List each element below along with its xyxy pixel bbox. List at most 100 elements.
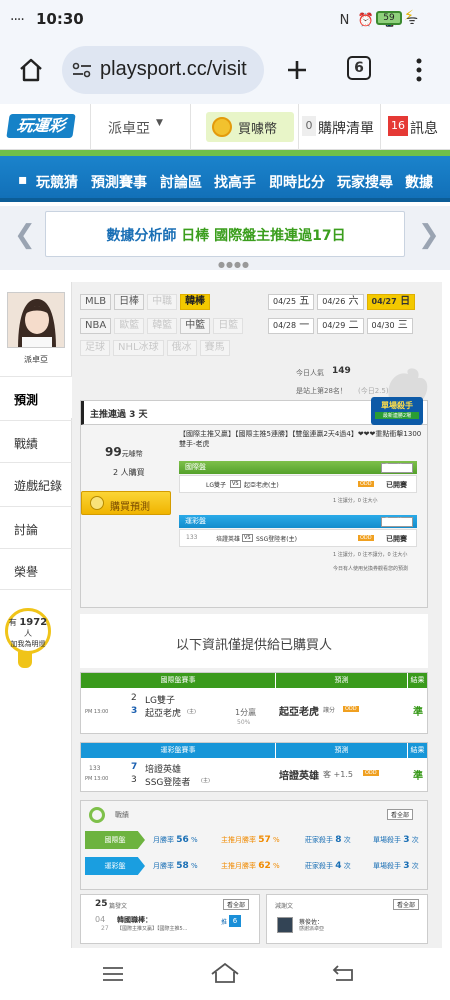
recent-apps-icon[interactable] [102,966,124,982]
url-text[interactable]: playsport.cc/visit [100,58,247,81]
show-odds-button[interactable]: 顯示讓口 [380,517,413,527]
article-subtitle[interactable]: 【國際主推又贏】【國際主推5... [117,925,187,932]
result-badge: 準 [413,771,423,782]
intl-home: LG雙子 [206,482,226,489]
sport-filter-0[interactable]: 足球 [80,340,110,356]
articles-more-button[interactable]: 看全部 [223,899,250,910]
date-filter-row: 04/28 一 04/29 二 04/30 三 [268,318,413,336]
record-row-label: 運彩盤 [85,857,145,875]
sport-filter-row: 足球 NHL冰球 俄冰 賽馬 [80,340,230,358]
record-cell-unit: 次 [409,862,419,870]
show-odds-button[interactable]: 顯示讓口 [380,463,413,473]
sidebar-item-discussion[interactable]: 討論 [0,506,72,548]
coins-button[interactable]: 買噱幣 [206,112,294,142]
avatar[interactable] [7,292,65,348]
user-menu[interactable]: 派卓亞 [108,118,150,138]
banner-card[interactable]: 數據分析師 日棒 國際盤主推連過17日 [45,211,405,257]
date-label: 04/27 [371,297,397,306]
intl-section-title: 國際盤 [185,463,206,471]
site-settings-icon[interactable] [72,62,92,78]
home-icon[interactable] [18,57,44,83]
sport-filter-3[interactable]: 韓棒 [180,294,211,310]
chevron-right-icon[interactable]: ❯ [418,220,440,250]
game-time: PM 13:00 [85,709,109,715]
record-cell: 莊家殺手 8 次 [305,835,351,845]
record-cell-unit: % [188,862,198,870]
table-header: 結果 [407,673,427,688]
intl-game-row: LG雙子 VS 起亞老虎(主) ODD 已開賽 [179,475,417,493]
tab-switcher-button[interactable]: 6 [347,56,371,80]
signal-icon: .... [10,8,25,24]
thanks-more-button[interactable]: 看全部 [393,899,420,910]
nav-item-experts[interactable]: 找高手 [214,172,256,192]
follow-bulb-button[interactable]: 有 1972 人 加我為明燈 [5,608,51,654]
back-icon[interactable] [332,964,356,982]
vs-label: VS [242,534,253,542]
banner-prefix: 數據分析師 [106,228,177,244]
reply-label: 推 [221,919,228,926]
popularity-label: 今日人氣 [296,369,324,377]
weekday-label: 日 [396,296,411,307]
sport-filter-2[interactable]: 中職 [147,294,178,310]
killer-badge: 單場殺手 最新連勝2場 [371,397,423,425]
article-month: 27 [101,925,109,932]
sport-filter-3[interactable]: 賽馬 [199,340,230,356]
charging-icon: ⚡ [404,8,414,24]
cart-link[interactable]: 購牌清單 [318,118,374,138]
nav-item-predict[interactable]: 預測賽事 [91,172,147,192]
more-menu-icon[interactable] [416,57,422,83]
divider [380,104,381,150]
sport-filter-2[interactable]: 俄冰 [166,340,197,356]
sport-filter-1[interactable]: NHL冰球 [113,340,164,356]
record-panel: 戰績 看全部 國際盤 月勝率 56 % 主推月勝率 57 % 莊家殺手 8 次單場殺手… [80,800,428,890]
sport-filter-4[interactable]: 日籃 [213,318,244,334]
date-filter-1[interactable]: 04/29 二 [317,318,364,334]
weekday-label: 六 [345,296,359,307]
reply-count: 6 [229,915,241,927]
messages-link[interactable]: 訊息 [410,118,438,138]
date-filter-0[interactable]: 04/25 五 [268,294,315,310]
nav-item-data[interactable]: 數據 [405,172,433,192]
system-nav-bar [0,950,450,1000]
fans-text: 加我為明燈 [10,640,46,648]
sport-filter-2[interactable]: 韓籃 [147,318,178,334]
article-count: 25 [95,899,108,909]
sport-filter-1[interactable]: 日棒 [114,294,145,310]
date-label: 04/25 [273,297,297,306]
date-filter-0[interactable]: 04/28 一 [268,318,315,334]
record-cell: 莊家殺手 4 次 [305,861,351,871]
nav-item-play[interactable]: 玩競猜 [36,172,78,192]
article-title[interactable]: 韓國職棒： [117,915,152,925]
record-cell-value: 57 [258,835,271,845]
date-filter-2[interactable]: 04/27 日 [366,294,416,310]
home-nav-icon[interactable] [210,962,240,984]
lottery-result-table: 運彩盤賽事 預測 結果 133 PM 13:00 7 培證英雄 3 SSG登陸者… [80,742,428,792]
sidebar-item-game-log[interactable]: 遊戲紀錄 [0,462,72,504]
date-filter-1[interactable]: 04/26 六 [317,294,364,310]
pick-team: 培證英雄 [279,771,319,782]
buy-button-label: 購買預測 [110,502,150,513]
sidebar-item-record[interactable]: 戰績 [0,420,72,462]
nav-item-live-score[interactable]: 即時比分 [269,172,325,192]
record-cell: 單場殺手 3 次 [373,861,419,871]
article-label: 篇發文 [109,903,128,910]
chevron-down-icon[interactable]: ▼ [156,118,163,128]
new-tab-icon[interactable] [286,59,308,81]
team2-score: 3 [131,706,138,716]
sport-filter-1[interactable]: 歐籃 [114,318,145,334]
sport-filter-0[interactable]: MLB [80,294,112,310]
chevron-left-icon[interactable]: ❮ [14,220,36,250]
nav-item-player-search[interactable]: 玩家搜尋 [337,172,393,192]
sidebar-item-honor[interactable]: 榮譽 [0,548,72,590]
buy-prediction-button[interactable]: 購買預測 [81,491,171,515]
lottery-note: 1 注讓分，0 注不讓分，0 注大小 [333,552,408,558]
avatar[interactable] [277,917,293,933]
site-logo[interactable]: 玩運彩 [6,114,76,138]
nav-item-forum[interactable]: 討論區 [160,172,202,192]
sport-filter-0[interactable]: NBA [80,318,112,334]
promo-banner: ❮ 數據分析師 日棒 國際盤主推連過17日 ❯ ●●●● [0,206,450,270]
date-filter-2[interactable]: 04/30 三 [366,318,413,334]
record-more-button[interactable]: 看全部 [387,809,414,820]
sport-filter-3[interactable]: 中籃 [180,318,211,334]
sidebar-item-predict[interactable]: 預測 [0,376,72,418]
